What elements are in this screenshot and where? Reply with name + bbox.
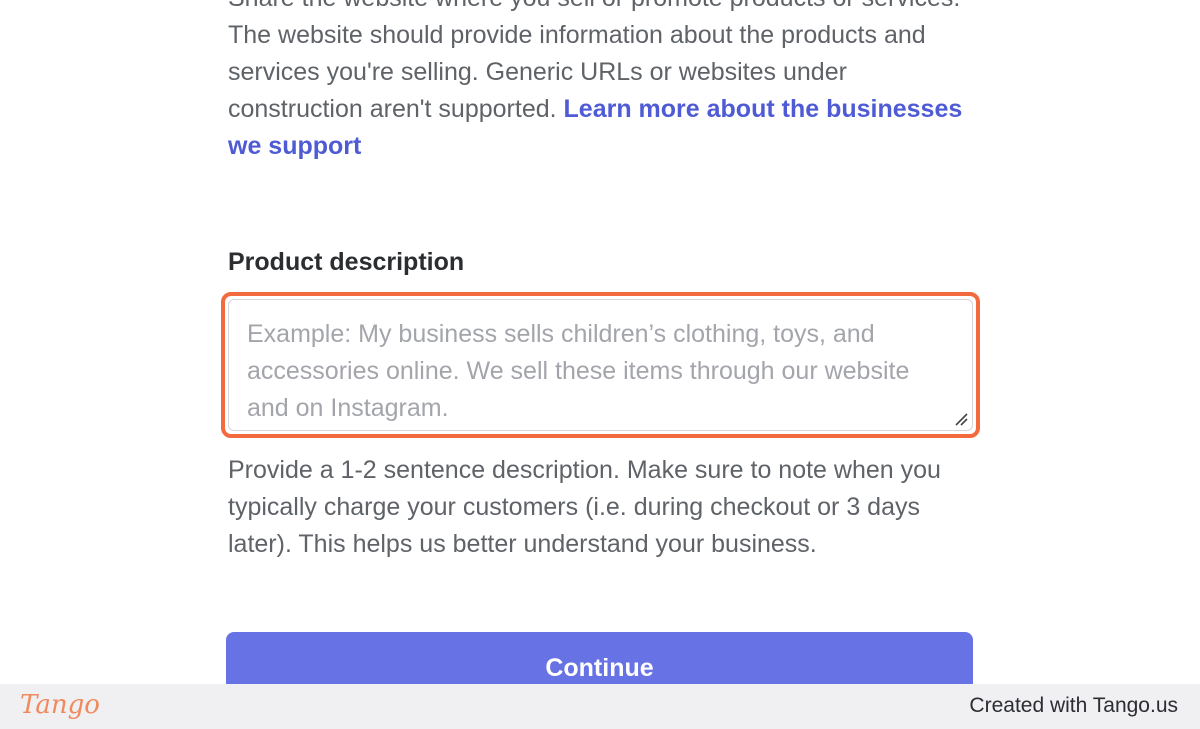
- product-description-textarea[interactable]: [229, 300, 972, 430]
- tango-logo: Tango: [20, 690, 100, 720]
- footer-credit: Created with Tango.us: [969, 694, 1178, 717]
- form-card: Share the website where you sell or prom…: [0, 0, 1200, 684]
- resize-handle-icon[interactable]: [952, 410, 968, 426]
- product-description-field-wrap: [228, 299, 973, 431]
- continue-button[interactable]: Continue: [226, 632, 973, 684]
- product-description-label: Product description: [228, 248, 465, 276]
- footer-bar: Tango Created with Tango.us: [0, 684, 1200, 729]
- product-description-help: Provide a 1-2 sentence description. Make…: [228, 456, 941, 558]
- website-help-text: Share the website where you sell or prom…: [228, 0, 973, 165]
- textarea-highlight-frame: [221, 292, 980, 438]
